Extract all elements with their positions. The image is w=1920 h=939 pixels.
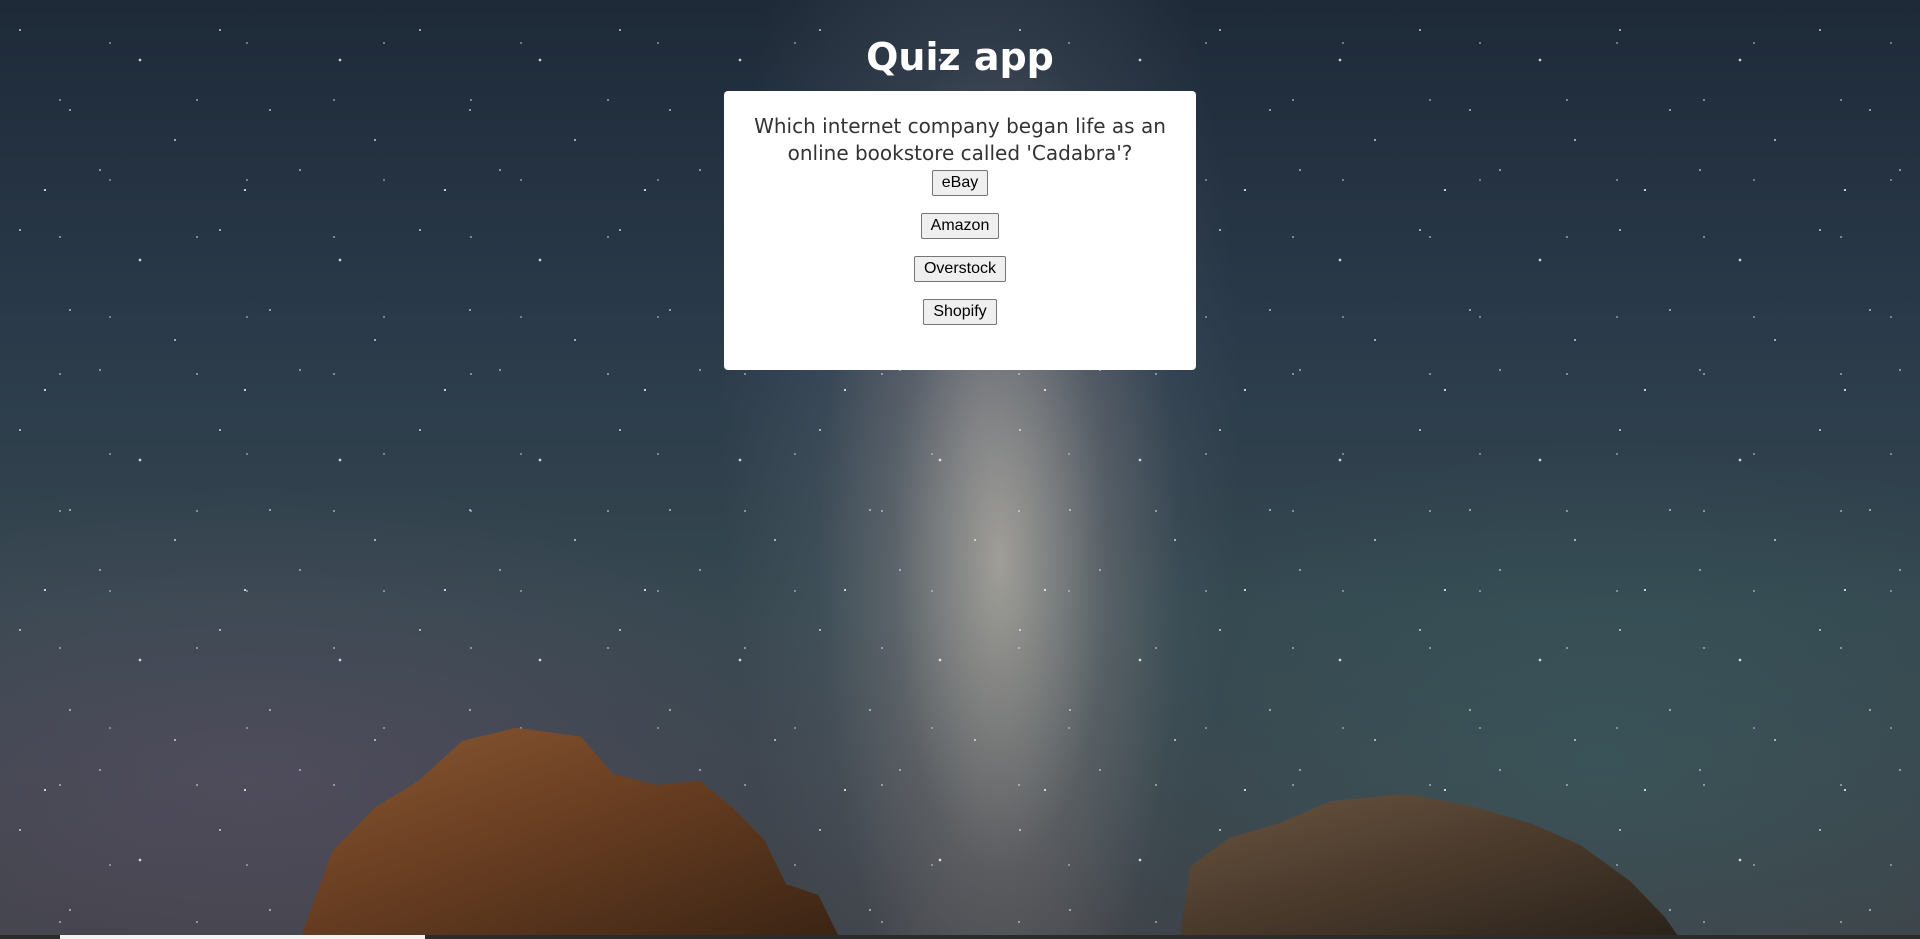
answer-button-ebay[interactable]: eBay: [931, 170, 989, 196]
question-text: Which internet company began life as an …: [754, 114, 1166, 165]
quiz-card: Which internet company began life as an …: [724, 91, 1196, 370]
progress-track: [0, 935, 1920, 939]
progress-bar-fill: [60, 935, 425, 939]
answer-list: eBay Amazon Overstock Shopify: [744, 167, 1176, 325]
answer-button-shopify[interactable]: Shopify: [923, 299, 997, 325]
page-title: Quiz app: [866, 35, 1054, 79]
answer-button-overstock[interactable]: Overstock: [913, 256, 1006, 282]
answer-button-amazon[interactable]: Amazon: [920, 213, 1000, 239]
